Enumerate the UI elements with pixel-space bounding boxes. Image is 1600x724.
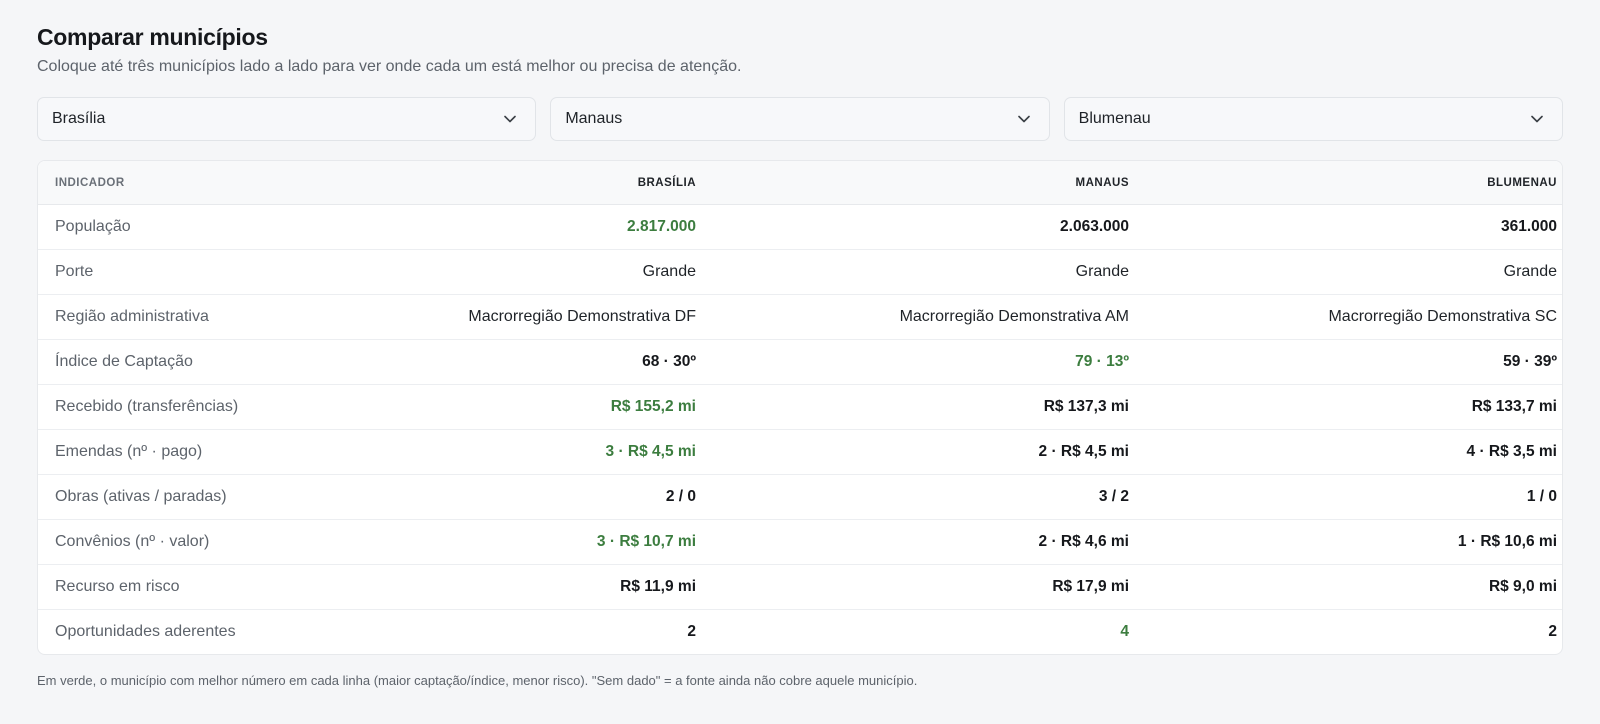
cell-value-municipality-1: R$ 11,9 mi <box>380 564 713 610</box>
row-label: Região administrativa <box>38 294 380 340</box>
comparison-card: Indicador Brasília Manaus Blumenau Popul… <box>37 160 1563 655</box>
table-header-row: Indicador Brasília Manaus Blumenau <box>38 161 1562 205</box>
cell-value-municipality-1: 2 / 0 <box>380 474 713 520</box>
row-label: Emendas (nº · pago) <box>38 429 380 475</box>
table-row: População 2.817.000 2.063.000 361.000 <box>38 204 1562 250</box>
cell-value-municipality-2: R$ 137,3 mi <box>713 384 1146 430</box>
cell-value-municipality-2: 2 · R$ 4,6 mi <box>713 519 1146 565</box>
cell-value-municipality-2: 4 <box>1120 623 1129 640</box>
cell-value-municipality-3: 1 / 0 <box>1146 474 1562 520</box>
cell-value-municipality-1: 2.817.000 <box>380 204 713 250</box>
comparison-table: Indicador Brasília Manaus Blumenau Popul… <box>38 161 1562 655</box>
row-label: População <box>38 204 380 250</box>
cell-value-municipality-1: 2 <box>687 623 696 640</box>
table-body: População 2.817.000 2.063.000 361.000 Porte G… <box>38 204 1562 655</box>
municipality-select-2[interactable]: Manaus <box>550 97 1050 141</box>
row-label: Obras (ativas / paradas) <box>38 474 380 520</box>
cell-value-municipality-1: 3 · R$ 10,7 mi <box>380 519 713 565</box>
column-header-municipality-2: Manaus <box>713 161 1146 205</box>
table-row: Obras (ativas / paradas) 2 / 03 / 21 / 0 <box>38 474 1562 520</box>
cell-value-municipality-1: 68 · 30º <box>380 339 713 385</box>
cell-value-municipality-3: 4 · R$ 3,5 mi <box>1146 429 1562 475</box>
cell-value-municipality-2: Macrorregião Demonstrativa AM <box>713 294 1146 340</box>
chevron-down-icon <box>1017 112 1031 126</box>
table-row: Região administrativa Macrorregião Demons… <box>38 294 1562 340</box>
row-label: Recebido (transferências) <box>38 384 380 430</box>
row-label: Oportunidades aderentes <box>55 623 236 640</box>
cell-value-municipality-3: R$ 9,0 mi <box>1146 564 1562 610</box>
cell-value-municipality-3: 1 · R$ 10,6 mi <box>1146 519 1562 565</box>
select-value: Blumenau <box>1078 110 1151 127</box>
cell-value-municipality-2: 2 · R$ 4,5 mi <box>713 429 1146 475</box>
table-row: Recurso em risco R$ 11,9 mi R$ 17,9 mi R$ 9… <box>38 564 1562 610</box>
column-header-indicator: Indicador <box>38 161 380 205</box>
table-row: Oportunidades aderentes 2 4 2 <box>38 610 1562 655</box>
cell-value-municipality-3: Macrorregião Demonstrativa SC <box>1146 294 1562 340</box>
select-value: Brasília <box>52 110 106 127</box>
column-header-municipality-3: Blumenau <box>1146 161 1562 205</box>
compare-municipalities-page: Comparar municípios Coloque até três mun… <box>0 0 1600 724</box>
footnote: Em verde, o município com melhor número … <box>37 673 918 688</box>
page-title: Comparar municípios <box>37 24 268 50</box>
column-header-municipality-1: Brasília <box>380 161 713 205</box>
row-label: Convênios (nº · valor) <box>38 519 380 565</box>
row-label: Índice de Captação <box>38 339 380 385</box>
cell-value-municipality-3: 59 · 39º <box>1146 339 1562 385</box>
municipality-selectors: Brasília Manaus Blumenau <box>37 97 1563 141</box>
municipality-select-1[interactable]: Brasília <box>37 97 537 141</box>
cell-value-municipality-3: R$ 133,7 mi <box>1146 384 1562 430</box>
table-row: Convênios (nº · valor) 3 · R$ 10,7 mi 2 · … <box>38 519 1562 565</box>
cell-value-municipality-1: R$ 155,2 mi <box>380 384 713 430</box>
cell-value-municipality-2: Grande <box>713 249 1146 295</box>
chevron-down-icon <box>1530 112 1544 126</box>
cell-value-municipality-2: 3 / 2 <box>713 474 1146 520</box>
select-value: Manaus <box>565 110 623 127</box>
cell-value-municipality-3: 2 <box>1548 623 1557 640</box>
cell-value-municipality-3: Grande <box>1146 249 1562 295</box>
cell-value-municipality-3: 361.000 <box>1146 204 1562 250</box>
municipality-select-3[interactable]: Blumenau <box>1063 97 1563 141</box>
table-row: Recebido (transferências) R$ 155,2 mi R$ 1… <box>38 384 1562 430</box>
cell-value-municipality-1: 3 · R$ 4,5 mi <box>380 429 713 475</box>
cell-value-municipality-2: R$ 17,9 mi <box>713 564 1146 610</box>
cell-value-municipality-2: 79 · 13º <box>713 339 1146 385</box>
cell-value-municipality-1: Macrorregião Demonstrativa DF <box>380 294 713 340</box>
page-subtitle: Coloque até três municípios lado a lado … <box>37 58 742 75</box>
row-label: Porte <box>38 249 380 295</box>
row-label: Recurso em risco <box>38 564 380 610</box>
chevron-down-icon <box>503 112 517 126</box>
cell-value-municipality-2: 2.063.000 <box>713 204 1146 250</box>
table-row: Índice de Captação 68 · 30º 79 · 13º 59 · 3… <box>38 339 1562 385</box>
cell-value-municipality-1: Grande <box>380 249 713 295</box>
table-row: Porte Grande Grande Grande <box>38 249 1562 295</box>
table-row: Emendas (nº · pago) 3 · R$ 4,5 mi 2 · R$ 4… <box>38 429 1562 475</box>
